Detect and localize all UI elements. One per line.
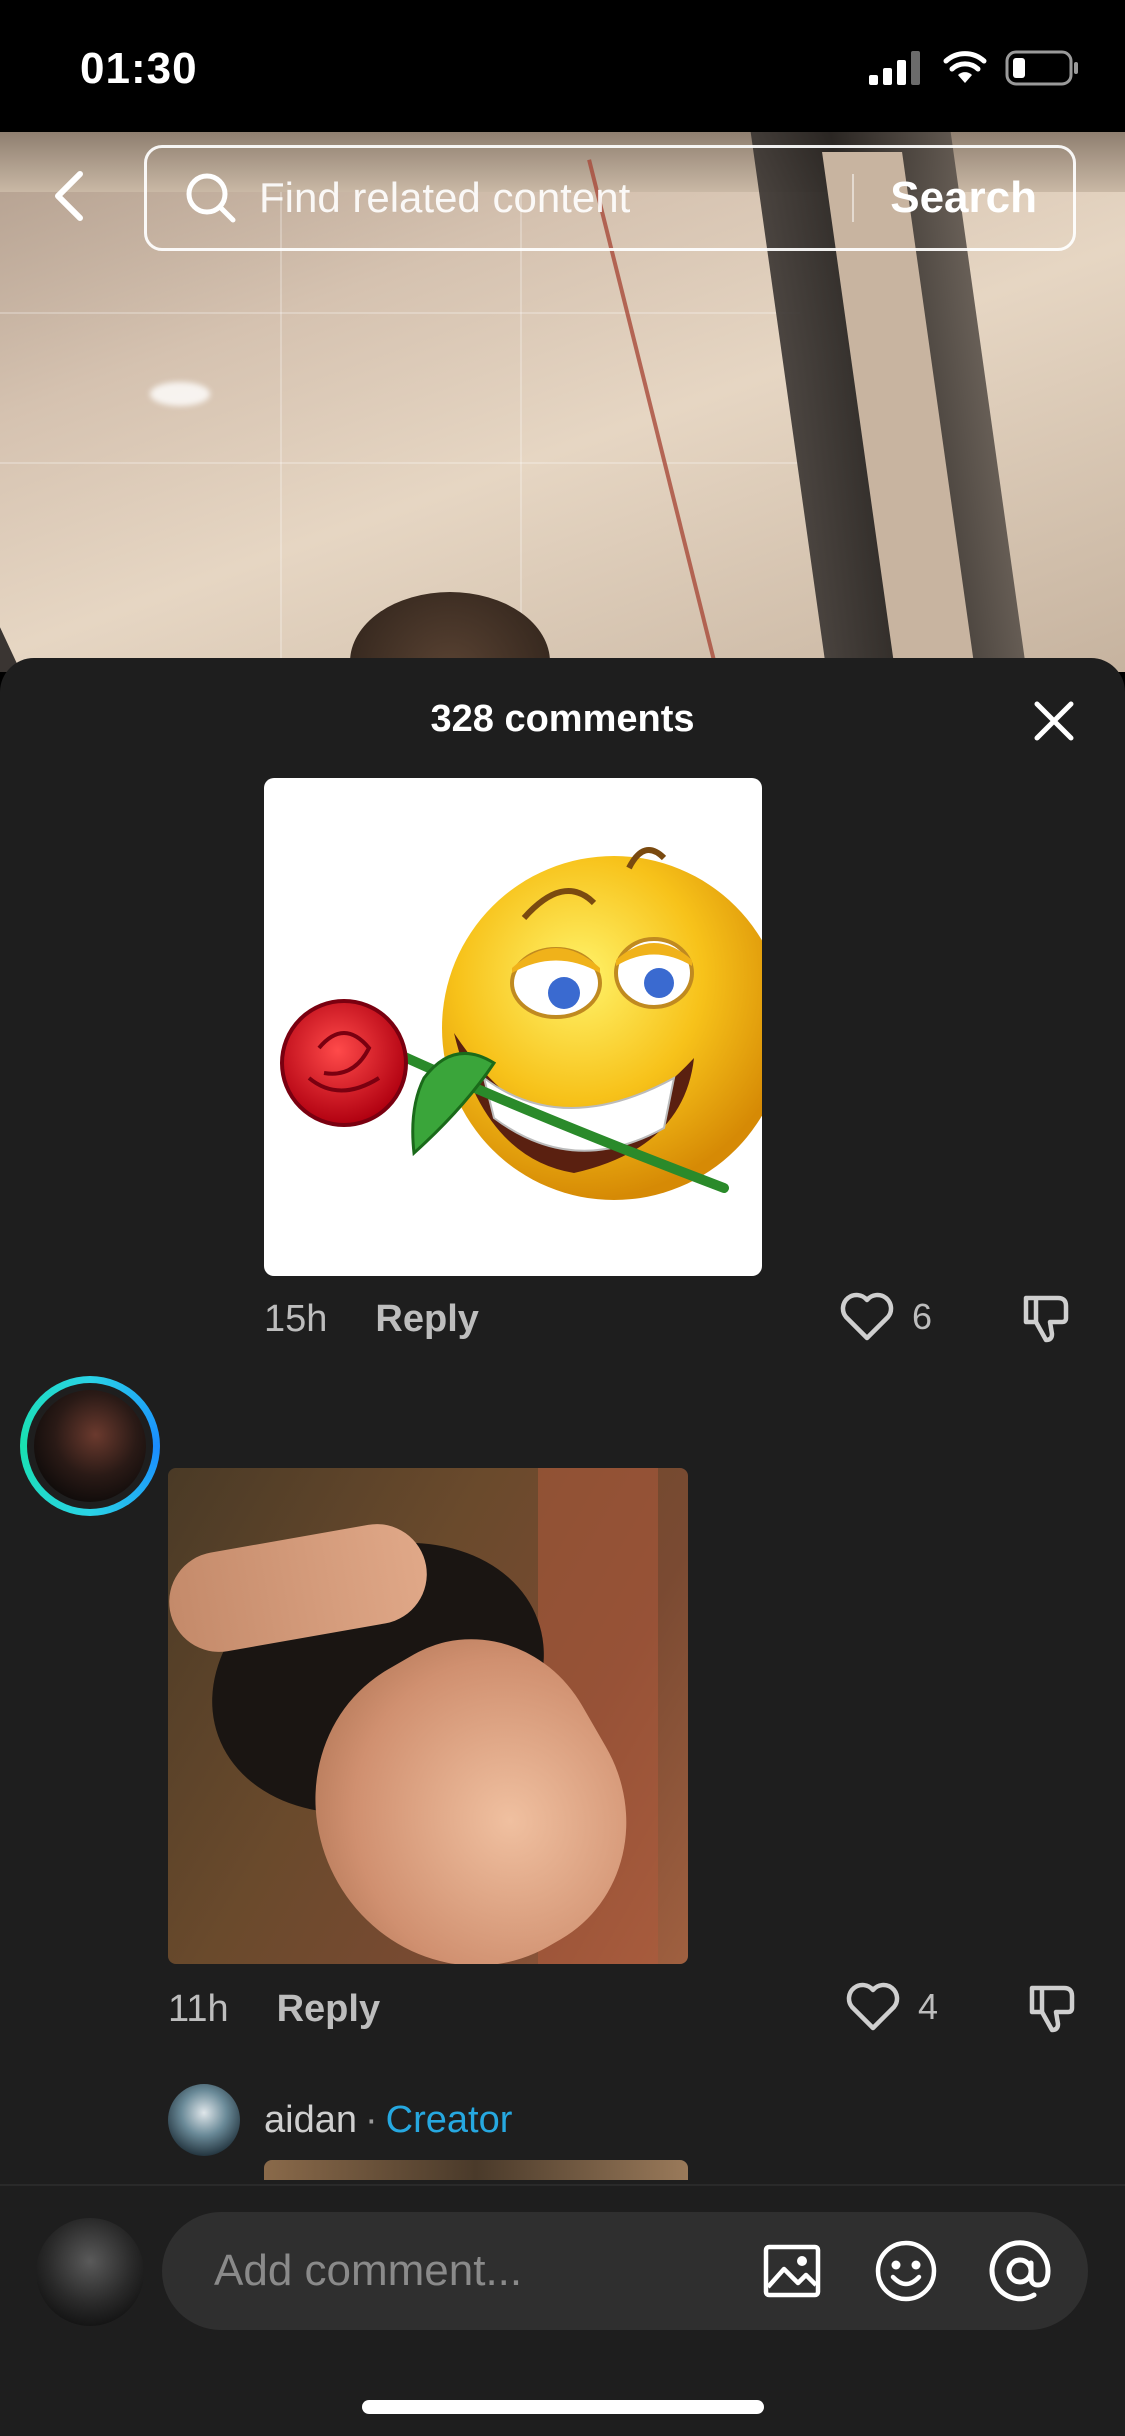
creator-badge: Creator <box>385 2098 513 2141</box>
comment-sticker-image[interactable] <box>264 778 762 1276</box>
comment-gif-image[interactable] <box>168 1468 688 1964</box>
reply-author-row: aidan · Creator <box>168 2084 512 2156</box>
like-button[interactable]: 4 <box>846 1982 938 2032</box>
commenter-avatar[interactable] <box>20 1376 160 1516</box>
back-button[interactable] <box>40 168 96 224</box>
heart-icon <box>846 1982 900 2031</box>
search-input[interactable]: Find related content <box>259 174 852 222</box>
like-count: 6 <box>912 1296 933 1337</box>
close-icon <box>1034 701 1074 741</box>
comment-time: 11h <box>168 1988 229 2030</box>
wifi-icon <box>943 51 987 83</box>
mention-icon[interactable] <box>988 2239 1052 2303</box>
comment-input-placeholder[interactable]: Add comment... <box>214 2246 760 2296</box>
comment-composer: Add comment... <box>0 2184 1125 2436</box>
like-button[interactable]: 6 <box>840 1292 932 1342</box>
battery-icon <box>1005 50 1078 86</box>
heart-icon <box>840 1292 894 1341</box>
reply-author-avatar[interactable] <box>168 2084 240 2156</box>
dislike-button[interactable] <box>1018 1290 1074 1346</box>
comments-count-title: 328 comments <box>430 698 695 740</box>
signal-icon <box>869 51 920 85</box>
reply-button[interactable]: Reply <box>375 1298 478 1341</box>
home-indicator[interactable] <box>362 2400 764 2414</box>
comment-input[interactable]: Add comment... <box>162 2212 1088 2330</box>
current-user-avatar <box>36 2218 144 2326</box>
dislike-icon <box>1029 1985 1075 2033</box>
like-count: 4 <box>918 1986 939 2027</box>
dislike-icon <box>1023 1295 1069 1343</box>
status-icons <box>869 50 1079 86</box>
emoji-icon[interactable] <box>874 2239 938 2303</box>
status-bar: 01:30 <box>0 0 1125 132</box>
comment-meta-row: 11h Reply <box>168 1988 380 2031</box>
comment-meta-row: 15h Reply <box>264 1298 479 1341</box>
reply-media-preview[interactable] <box>264 2160 688 2180</box>
comment-time: 15h <box>264 1298 328 1340</box>
image-icon[interactable] <box>760 2239 824 2303</box>
status-time: 01:30 <box>80 44 198 93</box>
name-separator: · <box>364 2098 378 2141</box>
search-button[interactable]: Search <box>854 173 1073 223</box>
reply-button[interactable]: Reply <box>277 1988 380 2031</box>
search-icon <box>183 170 239 226</box>
close-button[interactable] <box>1029 696 1079 746</box>
reply-author-name[interactable]: aidan <box>264 2099 357 2142</box>
dislike-button[interactable] <box>1024 1980 1080 2036</box>
back-icon <box>55 171 83 221</box>
search-bar[interactable]: Find related content Search <box>144 145 1076 251</box>
